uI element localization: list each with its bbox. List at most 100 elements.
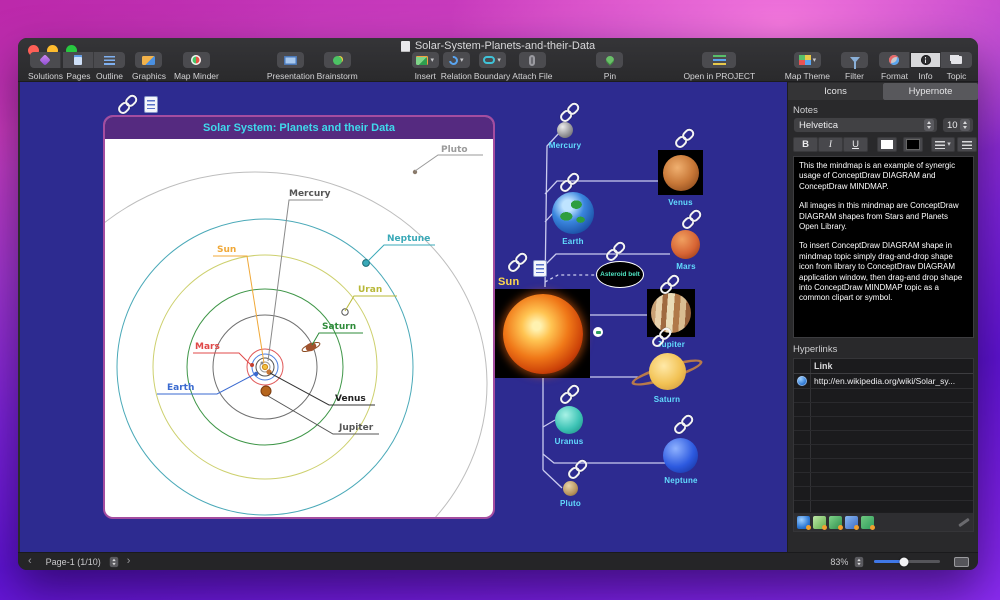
italic-button[interactable]: I xyxy=(818,137,843,152)
toolbar-group-inspector: Format Info Topic xyxy=(879,52,972,81)
line-spacing-button[interactable] xyxy=(957,137,977,152)
topic-asteroid-belt[interactable]: Asteroid belt xyxy=(596,261,644,288)
globe-icon xyxy=(797,376,807,386)
topic-venus[interactable] xyxy=(658,150,703,195)
fit-page-button[interactable] xyxy=(954,556,970,567)
inspector-panel: Icons Hypernote Notes Helvetica 10 B I U… xyxy=(787,82,978,552)
filter-button[interactable]: Filter xyxy=(841,52,868,81)
insert-button[interactable]: ▾ Insert xyxy=(411,52,439,81)
text-color-white-swatch[interactable] xyxy=(877,137,897,152)
prev-page-button[interactable]: ‹ xyxy=(28,556,32,567)
chevron-down-icon: ▾ xyxy=(497,56,501,64)
app-window: Solar-System-Planets-and-their-Data Solu… xyxy=(18,38,978,570)
solutions-button[interactable]: Solutions xyxy=(28,52,63,81)
presentation-icon xyxy=(284,55,298,65)
document-icon xyxy=(400,40,410,52)
page-stepper[interactable] xyxy=(109,556,118,567)
presentation-button[interactable]: Presentation xyxy=(267,52,315,81)
graphics-icon xyxy=(142,55,156,65)
text-color-black-swatch[interactable] xyxy=(903,137,923,152)
zoom-slider-thumb[interactable] xyxy=(899,557,909,566)
insert-icon xyxy=(416,55,429,65)
topic-neptune[interactable] xyxy=(663,438,698,473)
add-web-link-button[interactable] xyxy=(797,515,811,530)
root-topic-sun[interactable] xyxy=(495,289,590,378)
venus-planet-image xyxy=(662,154,699,191)
outline-button[interactable]: Outline xyxy=(93,52,125,81)
add-folder-link-button[interactable] xyxy=(829,515,843,530)
pages-button[interactable]: Pages xyxy=(62,52,94,81)
edit-link-icon[interactable] xyxy=(958,517,970,527)
solar-system-diagram-card[interactable]: Solar System: Planets and their Data Plu… xyxy=(103,115,495,519)
topic-label-saturn: Saturn xyxy=(653,395,681,404)
window-chrome: Solar-System-Planets-and-their-Data Solu… xyxy=(18,38,978,82)
window-title: Solar-System-Planets-and-their-Data xyxy=(414,40,596,52)
mindmap-canvas[interactable]: Solar System: Planets and their Data Plu… xyxy=(20,82,787,552)
boundary-icon xyxy=(483,56,496,64)
list-style-button[interactable]: ▾ xyxy=(931,137,955,152)
chevron-down-icon: ▾ xyxy=(460,56,464,64)
pin-button[interactable]: Pin xyxy=(596,52,624,81)
map-minder-button[interactable]: Map Minder xyxy=(174,52,219,81)
topic-saturn[interactable] xyxy=(649,353,686,390)
note-icon[interactable] xyxy=(533,260,547,277)
font-select[interactable]: Helvetica xyxy=(793,117,938,133)
relation-icon xyxy=(447,53,460,67)
notes-text-area[interactable]: This the mindmap is an example of synerg… xyxy=(793,156,974,338)
map-theme-button[interactable]: ▾ Map Theme xyxy=(785,52,830,81)
map-theme-icon xyxy=(798,55,811,65)
graphics-button[interactable]: Graphics xyxy=(132,52,166,81)
root-topic-label-sun: Sun xyxy=(498,276,520,288)
tab-icons[interactable]: Icons xyxy=(788,83,883,100)
open-in-project-icon xyxy=(712,55,726,65)
topic-earth[interactable] xyxy=(552,192,594,234)
outline-icon xyxy=(103,55,115,65)
collapse-branch-icon[interactable] xyxy=(593,327,603,337)
chevron-down-icon: ▾ xyxy=(947,141,951,148)
topic-icon xyxy=(951,56,962,64)
attach-file-button[interactable]: Attach File xyxy=(512,52,552,81)
jupiter-planet-image xyxy=(651,293,691,333)
stepper-icon xyxy=(960,119,970,131)
open-in-project-button[interactable]: Open in PROJECT xyxy=(683,52,755,81)
font-size-select[interactable]: 10 xyxy=(942,117,974,133)
zoom-slider[interactable] xyxy=(874,557,941,566)
notes-paragraph: To insert ConceptDraw DIAGRAM shape in m… xyxy=(799,241,963,303)
topic-pluto[interactable] xyxy=(563,481,578,496)
orbit-label-mars: Mars xyxy=(195,342,220,352)
zoom-stepper[interactable] xyxy=(855,556,864,567)
next-page-button[interactable]: › xyxy=(127,556,131,567)
sun-image xyxy=(502,293,583,374)
orbit-label-sun: Sun xyxy=(217,245,236,255)
orbit-label-pluto: Pluto xyxy=(441,145,468,155)
attach-file-icon xyxy=(529,54,536,66)
filter-icon xyxy=(849,57,860,69)
notes-paragraph: This the mindmap is an example of synerg… xyxy=(799,161,956,191)
boundary-button[interactable]: ▾ Boundary xyxy=(474,52,510,81)
format-button[interactable]: Format xyxy=(879,52,910,81)
add-topic-link-button[interactable] xyxy=(845,515,859,530)
relation-button[interactable]: ▾ Relation xyxy=(441,52,472,81)
topic-uranus[interactable] xyxy=(555,406,583,434)
info-button[interactable]: Info xyxy=(910,52,941,81)
topic-label-pluto: Pluto xyxy=(560,499,581,508)
tab-hypernote[interactable]: Hypernote xyxy=(883,83,978,100)
empty-row xyxy=(794,417,973,431)
brainstorm-button[interactable]: Brainstorm xyxy=(317,52,358,81)
topic-label-uranus: Uranus xyxy=(554,437,584,446)
note-icon[interactable] xyxy=(144,96,158,113)
topic-label-mercury: Mercury xyxy=(548,141,582,150)
hyperlink-row[interactable]: http://en.wikipedia.org/wiki/Solar_sy... xyxy=(794,374,973,389)
underline-button[interactable]: U xyxy=(843,137,868,152)
info-icon xyxy=(920,55,931,65)
orbit-label-uran: Uran xyxy=(358,285,382,295)
diagram-title: Solar System: Planets and their Data xyxy=(203,122,395,134)
topic-button[interactable]: Topic xyxy=(941,52,972,81)
bold-button[interactable]: B xyxy=(793,137,818,152)
topic-mars[interactable] xyxy=(671,230,700,259)
pin-icon xyxy=(604,54,616,66)
desktop: { "window": { "title": "Solar-System-Pla… xyxy=(0,0,1000,600)
add-file-link-button[interactable] xyxy=(813,515,827,530)
brainstorm-icon xyxy=(332,55,342,65)
add-page-link-button[interactable] xyxy=(861,515,875,530)
